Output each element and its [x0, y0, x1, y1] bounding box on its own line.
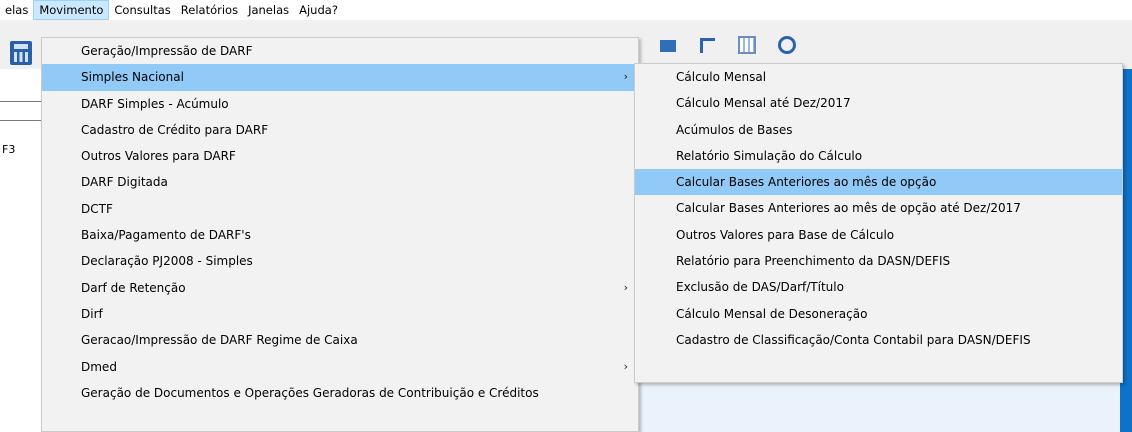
submenu-item-calculo-mensal[interactable]: Cálculo Mensal: [635, 64, 1122, 90]
submenu-item-cadastro-classificacao[interactable]: Cadastro de Classificação/Conta Contabil…: [635, 327, 1122, 353]
menu-item-label: Declaração PJ2008 - Simples: [81, 254, 253, 269]
menu-janelas[interactable]: Janelas: [243, 0, 294, 20]
simples-nacional-submenu: Cálculo Mensal Cálculo Mensal até Dez/20…: [634, 63, 1123, 383]
calendar-icon[interactable]: [738, 36, 756, 54]
menu-item-darf-retencao[interactable]: Darf de Retenção ›: [42, 275, 638, 301]
left-panel: F3: [0, 69, 42, 432]
menu-item-label: Cálculo Mensal de Desoneração: [676, 306, 868, 321]
menu-item-label: Darf de Retenção: [81, 280, 186, 295]
submenu-item-exclusao-das[interactable]: Exclusão de DAS/Darf/Título: [635, 274, 1122, 300]
menu-item-label: Cálculo Mensal até Dez/2017: [676, 96, 851, 111]
submenu-item-relatorio-dasn[interactable]: Relatório para Preenchimento da DASN/DEF…: [635, 248, 1122, 274]
menu-item-label: Relatório para Preenchimento da DASN/DEF…: [676, 254, 951, 269]
stopwatch-icon[interactable]: [778, 36, 796, 54]
shortcut-label: F3: [2, 143, 16, 156]
submenu-item-calcular-bases-anteriores[interactable]: Calcular Bases Anteriores ao mês de opçã…: [635, 169, 1122, 196]
menu-item-label: DCTF: [81, 201, 113, 216]
menu-item-label: Calcular Bases Anteriores ao mês de opçã…: [676, 201, 1021, 216]
menu-item-label: Outros Valores para Base de Cálculo: [676, 227, 895, 242]
menu-tabelas[interactable]: elas: [0, 0, 33, 20]
menu-item-cadastro-credito[interactable]: Cadastro de Crédito para DARF: [42, 117, 638, 143]
chevron-right-icon: ›: [623, 359, 628, 373]
menu-item-label: DARF Digitada: [81, 175, 168, 190]
submenu-item-acumulos-bases[interactable]: Acúmulos de Bases: [635, 117, 1122, 143]
menu-item-label: Dmed: [81, 359, 117, 374]
menu-item-dmed[interactable]: Dmed ›: [42, 354, 638, 380]
calculator-icon[interactable]: [10, 41, 32, 65]
transfer-icon[interactable]: [660, 40, 676, 52]
menu-item-label: Cadastro de Classificação/Conta Contabil…: [676, 332, 1031, 347]
submenu-item-calculo-mensal-2017[interactable]: Cálculo Mensal até Dez/2017: [635, 90, 1122, 116]
menu-item-label: Exclusão de DAS/Darf/Título: [676, 280, 844, 295]
menu-item-label: Calcular Bases Anteriores ao mês de opçã…: [676, 175, 937, 190]
cursor-arrow-icon[interactable]: [698, 36, 716, 54]
menu-item-simples-nacional[interactable]: Simples Nacional ›: [42, 64, 638, 91]
submenu-item-relatorio-simulacao[interactable]: Relatório Simulação do Cálculo: [635, 143, 1122, 169]
menu-item-label: Relatório Simulação do Cálculo: [676, 148, 863, 163]
divider: [0, 120, 42, 121]
chevron-right-icon: ›: [623, 280, 628, 294]
content-area: [640, 385, 1120, 432]
menu-item-geracao-documentos[interactable]: Geração de Documentos e Operações Gerado…: [42, 380, 638, 406]
menu-item-label: Geracao/Impressão de DARF Regime de Caix…: [81, 333, 358, 348]
menu-item-label: Outros Valores para DARF: [81, 149, 236, 164]
menu-item-darf-digitada[interactable]: DARF Digitada: [42, 169, 638, 195]
menu-item-outros-valores[interactable]: Outros Valores para DARF: [42, 143, 638, 169]
menu-item-label: Geração/Impressão de DARF: [81, 44, 253, 58]
menu-movimento[interactable]: Movimento: [33, 0, 110, 20]
submenu-item-calculo-desoneracao[interactable]: Cálculo Mensal de Desoneração: [635, 301, 1122, 327]
submenu-item-outros-valores-base[interactable]: Outros Valores para Base de Cálculo: [635, 222, 1122, 248]
menu-item-declaracao-pj2008[interactable]: Declaração PJ2008 - Simples: [42, 248, 638, 274]
menu-item-label: Cálculo Mensal: [676, 70, 767, 84]
menu-item-darf-regime-caixa[interactable]: Geracao/Impressão de DARF Regime de Caix…: [42, 327, 638, 353]
menu-item-label: Baixa/Pagamento de DARF's: [81, 228, 251, 243]
menu-item-darf-simples-acumulo[interactable]: DARF Simples - Acúmulo: [42, 91, 638, 117]
chevron-right-icon: ›: [623, 70, 628, 84]
toolbar-icons: [660, 36, 796, 54]
menu-item-label: Cadastro de Crédito para DARF: [81, 122, 269, 137]
menu-item-label: Acúmulos de Bases: [676, 122, 793, 137]
submenu-item-calcular-bases-anteriores-2017[interactable]: Calcular Bases Anteriores ao mês de opçã…: [635, 195, 1122, 221]
menubar: elas Movimento Consultas Relatórios Jane…: [0, 0, 1132, 20]
menu-item-baixa-pagamento[interactable]: Baixa/Pagamento de DARF's: [42, 222, 638, 248]
menu-item-dirf[interactable]: Dirf: [42, 301, 638, 327]
menu-item-dctf[interactable]: DCTF: [42, 196, 638, 222]
menu-item-label: Geração de Documentos e Operações Gerado…: [81, 385, 539, 400]
menu-item-geracao-darf[interactable]: Geração/Impressão de DARF: [42, 38, 638, 64]
menu-consultas[interactable]: Consultas: [109, 0, 175, 20]
menu-item-label: Simples Nacional: [81, 70, 184, 85]
movimento-menu: Geração/Impressão de DARF Simples Nacion…: [41, 37, 639, 432]
menu-item-label: DARF Simples - Acúmulo: [81, 96, 229, 111]
menu-item-label: Dirf: [81, 306, 103, 321]
divider: [0, 101, 42, 102]
menu-ajuda[interactable]: Ajuda?: [294, 0, 343, 20]
menu-relatorios[interactable]: Relatórios: [176, 0, 243, 20]
